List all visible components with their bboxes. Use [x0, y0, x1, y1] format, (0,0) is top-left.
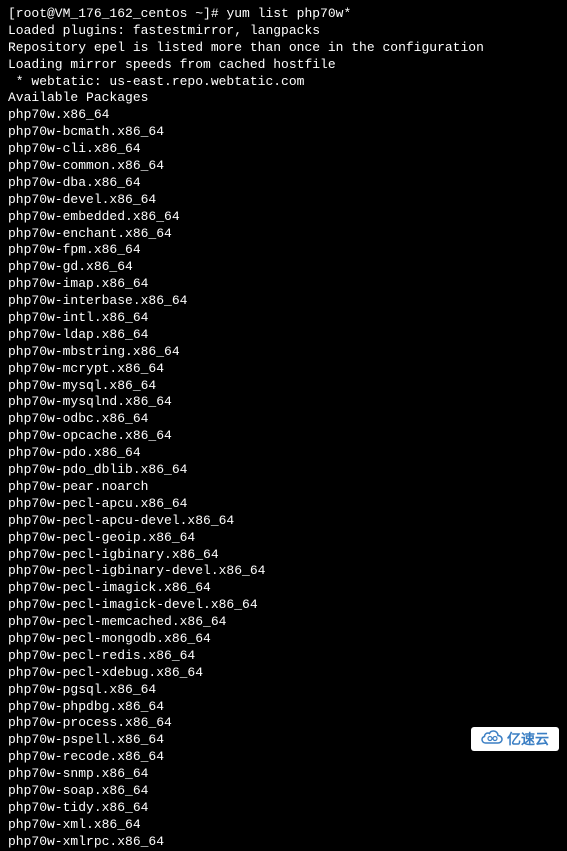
- output-line: php70w-opcache.x86_64: [8, 428, 559, 445]
- output-line: * webtatic: us-east.repo.webtatic.com: [8, 74, 559, 91]
- command-text: yum list php70w*: [226, 6, 351, 21]
- output-line: php70w-gd.x86_64: [8, 259, 559, 276]
- output-line: php70w-pgsql.x86_64: [8, 682, 559, 699]
- output-line: php70w-pecl-apcu.x86_64: [8, 496, 559, 513]
- output-line: php70w-common.x86_64: [8, 158, 559, 175]
- output-line: php70w-imap.x86_64: [8, 276, 559, 293]
- output-line: php70w-pecl-imagick.x86_64: [8, 580, 559, 597]
- output-line: php70w-soap.x86_64: [8, 783, 559, 800]
- output-line: Repository epel is listed more than once…: [8, 40, 559, 57]
- output-line: Available Packages: [8, 90, 559, 107]
- output-line: php70w-devel.x86_64: [8, 192, 559, 209]
- output-line: php70w-pecl-igbinary-devel.x86_64: [8, 563, 559, 580]
- watermark-badge: 亿速云: [471, 727, 559, 751]
- output-line: php70w-recode.x86_64: [8, 749, 559, 766]
- output-line: php70w-enchant.x86_64: [8, 226, 559, 243]
- output-line: php70w-bcmath.x86_64: [8, 124, 559, 141]
- output-line: php70w-dba.x86_64: [8, 175, 559, 192]
- output-line: php70w-cli.x86_64: [8, 141, 559, 158]
- output-line: php70w-pear.noarch: [8, 479, 559, 496]
- output-line: php70w.x86_64: [8, 107, 559, 124]
- output-line: php70w-interbase.x86_64: [8, 293, 559, 310]
- output-line: Loaded plugins: fastestmirror, langpacks: [8, 23, 559, 40]
- output-line: php70w-pecl-apcu-devel.x86_64: [8, 513, 559, 530]
- command-line: [root@VM_176_162_centos ~]# yum list php…: [8, 6, 559, 23]
- output-line: php70w-pecl-mongodb.x86_64: [8, 631, 559, 648]
- output-line: php70w-snmp.x86_64: [8, 766, 559, 783]
- output-line: php70w-mcrypt.x86_64: [8, 361, 559, 378]
- output-line: php70w-pdo_dblib.x86_64: [8, 462, 559, 479]
- output-line: php70w-pecl-xdebug.x86_64: [8, 665, 559, 682]
- output-line: php70w-pdo.x86_64: [8, 445, 559, 462]
- output-line: php70w-pecl-geoip.x86_64: [8, 530, 559, 547]
- output-line: php70w-ldap.x86_64: [8, 327, 559, 344]
- output-line: php70w-intl.x86_64: [8, 310, 559, 327]
- output-line: php70w-fpm.x86_64: [8, 242, 559, 259]
- output-line: php70w-pecl-imagick-devel.x86_64: [8, 597, 559, 614]
- shell-prompt: [root@VM_176_162_centos ~]#: [8, 6, 226, 21]
- output-line: php70w-tidy.x86_64: [8, 800, 559, 817]
- output-line: php70w-mbstring.x86_64: [8, 344, 559, 361]
- output-line: php70w-pecl-redis.x86_64: [8, 648, 559, 665]
- output-line: php70w-pecl-igbinary.x86_64: [8, 547, 559, 564]
- watermark-text: 亿速云: [507, 730, 549, 748]
- cloud-icon: [481, 730, 503, 748]
- output-line: php70w-pecl-memcached.x86_64: [8, 614, 559, 631]
- output-line: php70w-embedded.x86_64: [8, 209, 559, 226]
- output-line: php70w-mysqlnd.x86_64: [8, 394, 559, 411]
- output-line: php70w-xmlrpc.x86_64: [8, 834, 559, 851]
- terminal-output[interactable]: [root@VM_176_162_centos ~]# yum list php…: [8, 6, 559, 851]
- output-line: Loading mirror speeds from cached hostfi…: [8, 57, 559, 74]
- output-line: php70w-odbc.x86_64: [8, 411, 559, 428]
- output-line: php70w-xml.x86_64: [8, 817, 559, 834]
- output-line: php70w-mysql.x86_64: [8, 378, 559, 395]
- output-line: php70w-phpdbg.x86_64: [8, 699, 559, 716]
